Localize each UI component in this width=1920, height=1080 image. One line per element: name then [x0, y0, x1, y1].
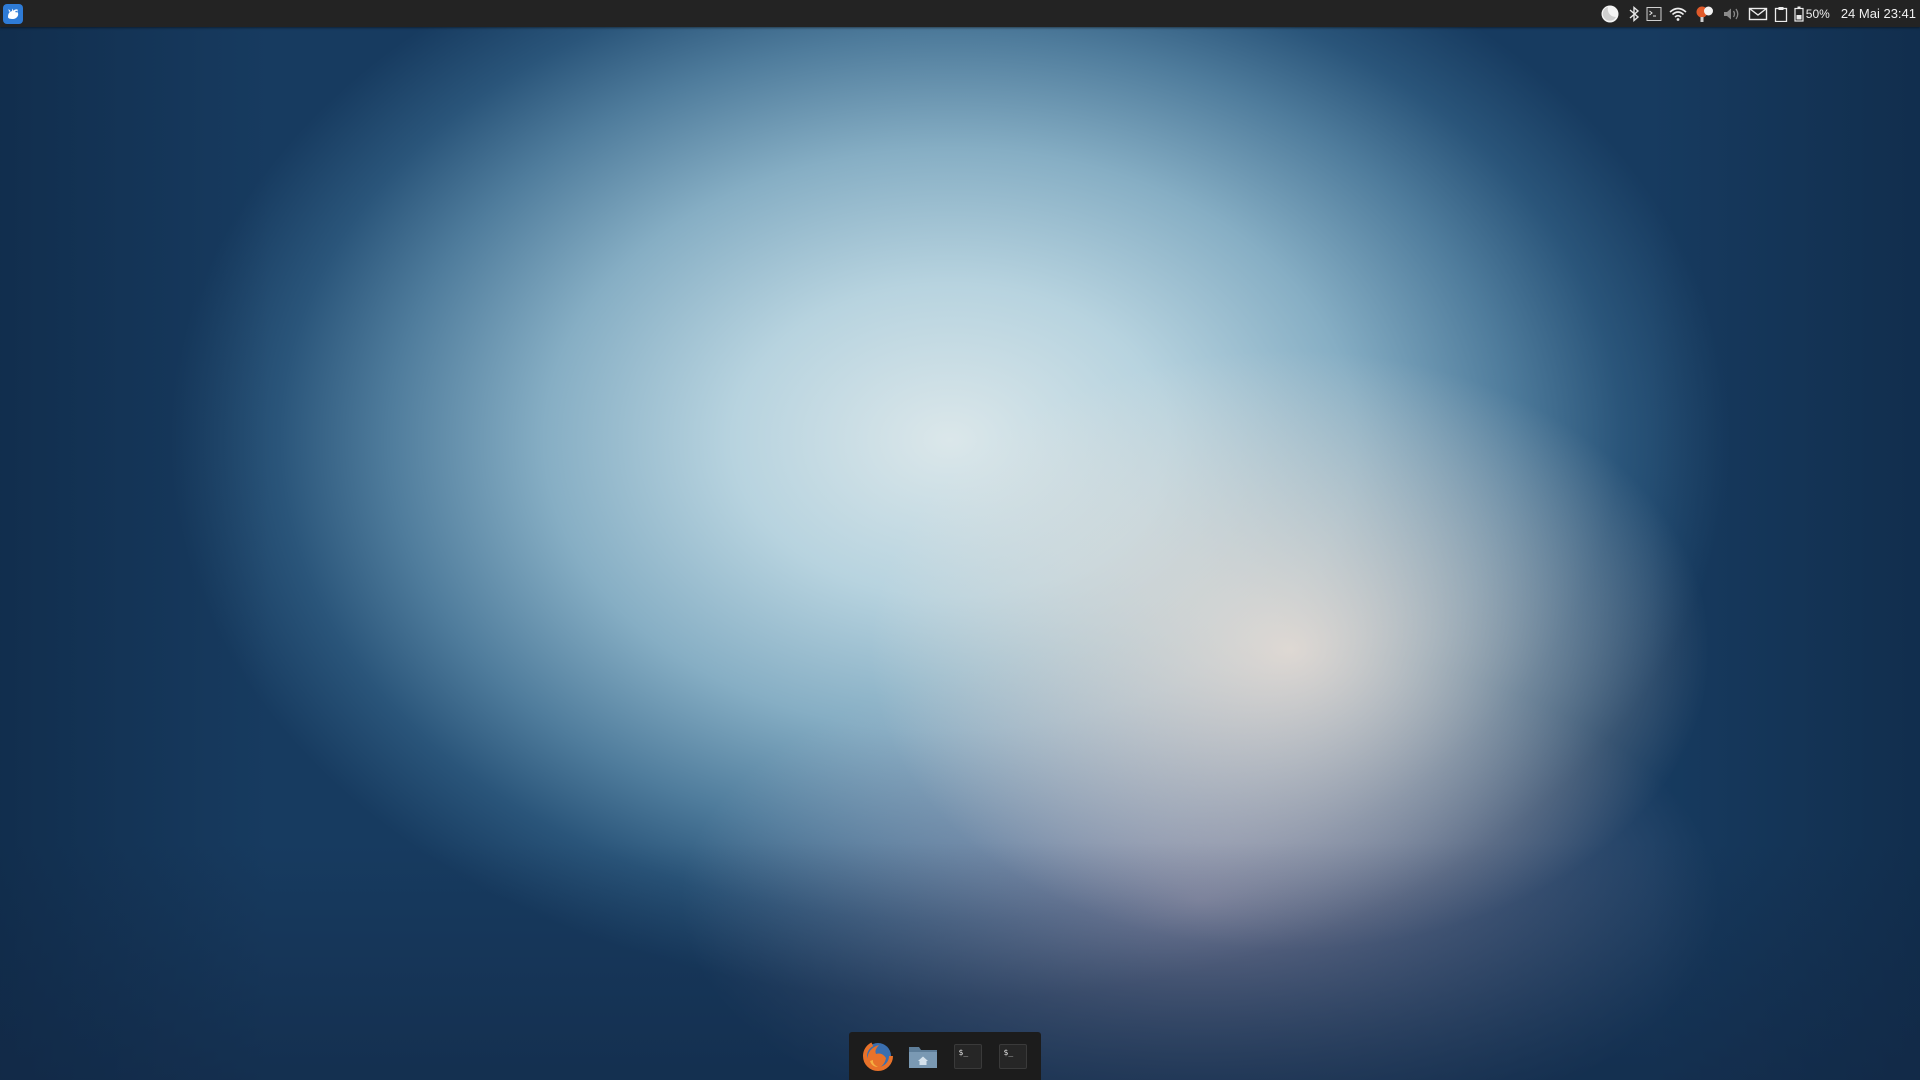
system-tray: 50% 24 Mai 23:41	[1595, 0, 1920, 27]
battery-indicator[interactable]: 50%	[1794, 0, 1830, 27]
battery-icon	[1794, 6, 1804, 22]
firefox-icon	[862, 1041, 893, 1071]
clock[interactable]: 24 Mai 23:41	[1841, 6, 1916, 21]
terminal-icon: $_	[998, 1043, 1027, 1069]
launcher-file-manager[interactable]	[905, 1038, 941, 1074]
launcher-terminal-2[interactable]: $_	[995, 1038, 1031, 1074]
xfce-mouse-icon	[8, 8, 19, 19]
volume-icon[interactable]	[1722, 0, 1742, 27]
terminal-glyph: $_	[958, 1047, 969, 1057]
battery-label: 50%	[1805, 6, 1830, 21]
wifi-icon[interactable]	[1668, 0, 1688, 27]
whisker-menu-button[interactable]	[3, 3, 23, 24]
desktop-wallpaper	[0, 0, 1920, 1080]
mail-icon[interactable]	[1748, 0, 1768, 27]
home-folder-icon	[908, 1047, 937, 1068]
terminal-icon: $_	[953, 1043, 982, 1069]
terminal-icon[interactable]	[1646, 0, 1662, 27]
clipboard-icon[interactable]	[1774, 0, 1788, 27]
weather-icon[interactable]	[1598, 0, 1622, 27]
launcher-terminal[interactable]: $_	[950, 1038, 986, 1074]
launcher-firefox[interactable]	[860, 1038, 896, 1074]
dock: $_ $_	[849, 1032, 1041, 1080]
terminal-glyph: $_	[1003, 1047, 1014, 1057]
top-panel: 50% 24 Mai 23:41	[0, 0, 1920, 27]
bluetooth-icon[interactable]	[1628, 0, 1640, 27]
update-notifier-icon[interactable]	[1694, 0, 1716, 27]
